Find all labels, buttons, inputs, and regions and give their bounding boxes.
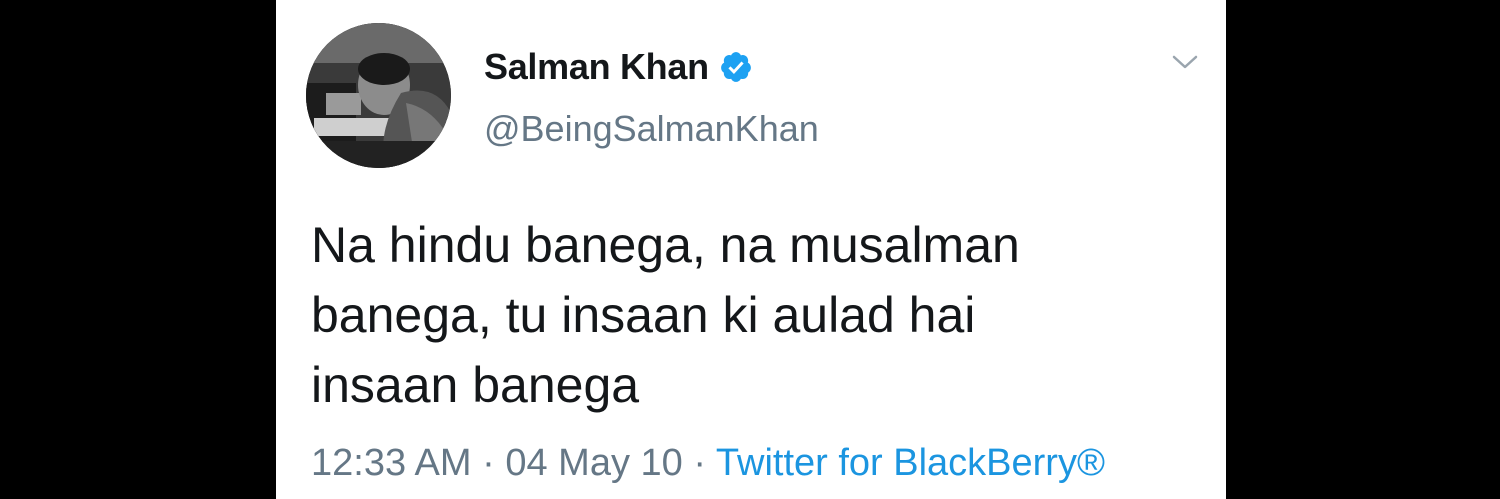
meta-separator: · xyxy=(482,442,495,484)
verified-badge-icon xyxy=(719,50,753,84)
avatar-photo xyxy=(306,23,451,168)
tweet-date[interactable]: 04 May 10 xyxy=(505,442,682,484)
tweet-card: Salman Khan @BeingSalmanKhan Na hindu ba… xyxy=(276,0,1226,499)
tweet-time[interactable]: 12:33 AM xyxy=(311,442,472,484)
meta-separator: · xyxy=(693,442,707,484)
author-name-row[interactable]: Salman Khan xyxy=(484,42,753,92)
avatar[interactable] xyxy=(306,23,451,168)
tweet-text-line: banega, tu insaan ki aulad hai xyxy=(311,287,976,343)
display-name[interactable]: Salman Khan xyxy=(484,46,709,88)
tweet-source-link[interactable]: Twitter for BlackBerry® xyxy=(716,442,1105,484)
chevron-down-icon[interactable] xyxy=(1171,52,1199,72)
tweet-meta: 12:33 AM · 04 May 10 · Twitter for Black… xyxy=(311,442,1105,485)
author-handle[interactable]: @BeingSalmanKhan xyxy=(484,108,819,150)
tweet-text-line: Na hindu banega, na musalman xyxy=(311,217,1020,273)
tweet-text: Na hindu banega, na musalman banega, tu … xyxy=(311,210,1191,420)
tweet-text-line: insaan banega xyxy=(311,357,640,413)
